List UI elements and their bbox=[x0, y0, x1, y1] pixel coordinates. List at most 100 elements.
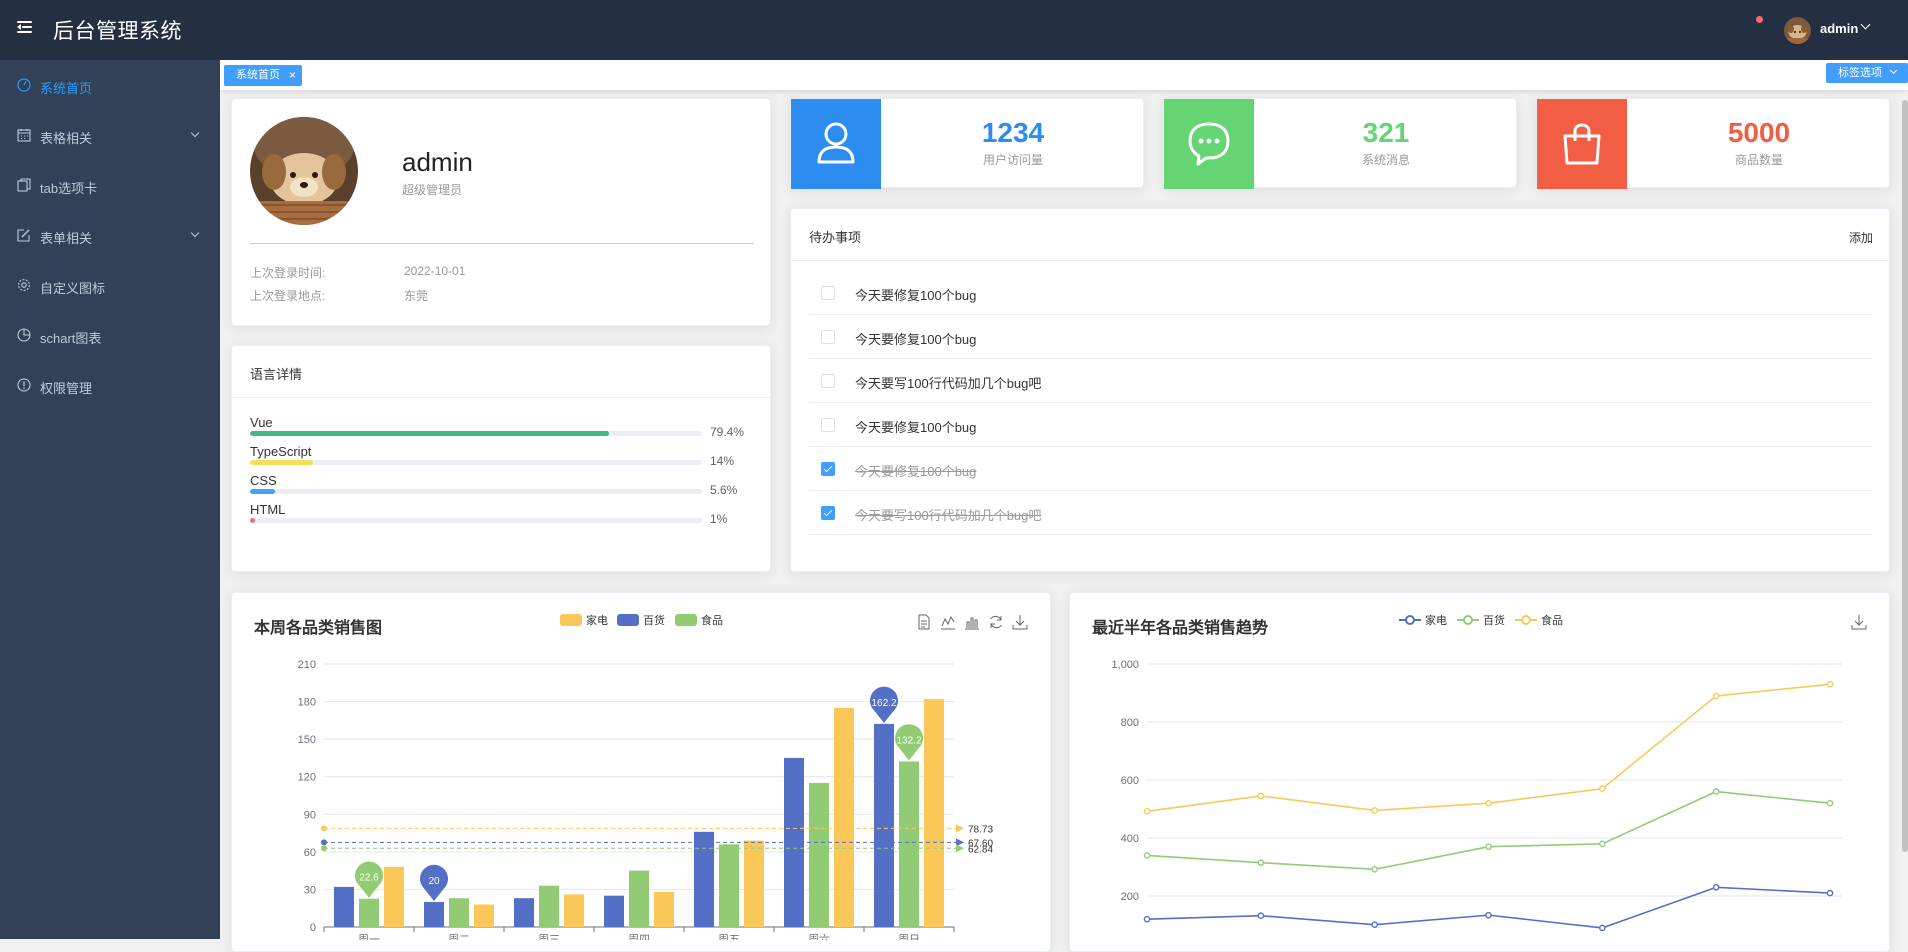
bar bbox=[654, 891, 674, 927]
sidebar-item-tabs[interactable]: tab选项卡 bbox=[0, 160, 220, 210]
todo-checkbox[interactable] bbox=[821, 506, 835, 520]
stat-card-messages: 321 系统消息 bbox=[1163, 98, 1517, 189]
weekly-sales-chart-card: 本周各品类销售图 家电 百货 食品 0 30 60 90 120 150 180 210 周一周… bbox=[231, 592, 1051, 952]
line-chart: 1,000 800 600 400 200 bbox=[1111, 659, 1842, 932]
markpoint-label: 162.2 bbox=[871, 698, 896, 709]
sidebar-item-forms[interactable]: 表单相关 bbox=[0, 210, 220, 260]
stat-label: 用户访问量 bbox=[982, 153, 1043, 167]
progress-fill bbox=[250, 518, 255, 523]
sidebar-item-permissions[interactable]: 权限管理 bbox=[0, 360, 220, 410]
language-name: CSS bbox=[250, 473, 277, 488]
tags-options-button[interactable]: 标签选项 bbox=[1826, 63, 1908, 83]
sidebar-item-schart[interactable]: schart图表 bbox=[0, 310, 220, 360]
stat-value: 5000 bbox=[1727, 117, 1791, 148]
bar bbox=[809, 782, 829, 927]
todo-checkbox[interactable] bbox=[821, 330, 835, 344]
progress-track bbox=[250, 431, 702, 436]
data-point bbox=[1143, 808, 1151, 815]
data-point bbox=[1826, 799, 1834, 807]
data-point bbox=[1143, 852, 1151, 859]
sidebar-item-label: schart图表 bbox=[40, 331, 102, 346]
sidebar-item-label: 自定义图标 bbox=[40, 281, 106, 296]
page-scrollbar[interactable] bbox=[1902, 100, 1908, 852]
add-todo-button[interactable]: 添加 bbox=[1849, 229, 1873, 246]
top-header: 后台管理系统 admin bbox=[0, 0, 1908, 60]
bar bbox=[694, 831, 714, 927]
markline-label: 78.73 bbox=[968, 824, 993, 835]
language-card-title: 语言详情 bbox=[250, 367, 303, 382]
close-icon[interactable]: × bbox=[289, 65, 296, 86]
last-login-place-value: 东莞 bbox=[404, 289, 429, 303]
todo-checkbox[interactable] bbox=[821, 462, 835, 476]
y-tick-label: 0 bbox=[310, 922, 316, 934]
data-point bbox=[1257, 792, 1265, 800]
y-tick-label: 200 bbox=[1121, 891, 1139, 903]
chevron-down-icon[interactable] bbox=[1860, 19, 1871, 30]
todo-text: 今天要写100行代码加几个bug吧 bbox=[855, 376, 1042, 391]
tag-label: 系统首页 bbox=[236, 69, 280, 81]
language-percent: 79.4% bbox=[710, 425, 745, 439]
tag-dashboard[interactable]: 系统首页 × bbox=[224, 65, 302, 86]
gear-icon bbox=[18, 279, 30, 291]
markpoint-label: 22.6 bbox=[359, 873, 379, 884]
data-point bbox=[1371, 807, 1378, 814]
sidebar-item-custom-icons[interactable]: 自定义图标 bbox=[0, 260, 220, 310]
chat-bubble-icon bbox=[1188, 122, 1230, 166]
language-card: 语言详情 Vue 79.4% TypeScript 14% CSS 5.6% H… bbox=[231, 345, 771, 572]
todo-checkbox[interactable] bbox=[821, 374, 835, 388]
profile-name: admin bbox=[402, 147, 473, 177]
progress-fill bbox=[250, 460, 314, 465]
y-tick-label: 800 bbox=[1121, 717, 1139, 729]
stat-card-products: 5000 商品数量 bbox=[1536, 98, 1890, 189]
stat-icon-box bbox=[1537, 99, 1627, 189]
progress-track bbox=[250, 460, 702, 465]
language-row: TypeScript 14% bbox=[250, 444, 770, 468]
sidebar-item-tables[interactable]: 表格相关 bbox=[0, 110, 220, 160]
bar bbox=[334, 886, 354, 927]
sidebar-item-label: tab选项卡 bbox=[40, 181, 98, 196]
language-percent: 14% bbox=[710, 454, 735, 468]
todo-item: 今天要修复100个bug bbox=[809, 447, 1872, 491]
y-tick-label: 120 bbox=[298, 772, 316, 784]
markpoint-label: 20 bbox=[428, 876, 440, 887]
sales-trend-chart-card: 最近半年各品类销售趋势 家电 百货 食品 1,000 800 600 400 200 bbox=[1069, 592, 1890, 952]
edit-icon bbox=[17, 229, 30, 242]
stat-value: 321 bbox=[1362, 117, 1410, 148]
profile-avatar bbox=[250, 117, 358, 225]
data-point bbox=[1599, 785, 1606, 792]
pie-chart-icon bbox=[17, 328, 31, 342]
data-point bbox=[1485, 843, 1492, 850]
todo-item: 今天要写100行代码加几个bug吧 bbox=[809, 359, 1872, 403]
y-tick-label: 600 bbox=[1121, 775, 1139, 787]
data-point bbox=[1599, 924, 1606, 932]
last-login-time-value: 2022-10-01 bbox=[404, 264, 466, 278]
y-tick-label: 1,000 bbox=[1111, 659, 1139, 671]
markline-arrow bbox=[956, 824, 964, 833]
stat-icon-box bbox=[791, 99, 881, 189]
bar bbox=[604, 895, 624, 927]
language-name: Vue bbox=[250, 415, 273, 430]
menu-toggle-icon[interactable] bbox=[17, 20, 32, 34]
todo-text: 今天要写100行代码加几个bug吧 bbox=[855, 508, 1042, 523]
progress-track bbox=[250, 489, 702, 494]
language-row: HTML 1% bbox=[250, 502, 770, 526]
stat-label: 系统消息 bbox=[1361, 153, 1410, 167]
data-point bbox=[1485, 911, 1492, 919]
todo-checkbox[interactable] bbox=[821, 286, 835, 300]
sidebar-item-dashboard[interactable]: 系统首页 bbox=[0, 60, 220, 110]
user-avatar[interactable] bbox=[1784, 17, 1811, 44]
data-point bbox=[1712, 788, 1720, 795]
data-point bbox=[1371, 921, 1378, 929]
stat-card-visits: 1234 用户访问量 bbox=[790, 98, 1144, 189]
card-header: 语言详情 bbox=[232, 346, 770, 398]
notification-badge[interactable] bbox=[1756, 16, 1763, 23]
chevron-down-icon bbox=[190, 128, 200, 138]
todo-checkbox[interactable] bbox=[821, 418, 835, 432]
y-tick-label: 30 bbox=[304, 884, 316, 896]
bar-chart: 0306090120150180210周一 周二 周三 周四 周五 周六 周日78.7367… bbox=[298, 659, 994, 940]
todo-item: 今天要修复100个bug bbox=[809, 315, 1872, 359]
todo-text: 今天要修复100个bug bbox=[855, 332, 977, 347]
bar bbox=[899, 761, 919, 927]
todo-card-title: 待办事项 bbox=[809, 230, 862, 245]
user-name[interactable]: admin bbox=[1820, 21, 1858, 36]
